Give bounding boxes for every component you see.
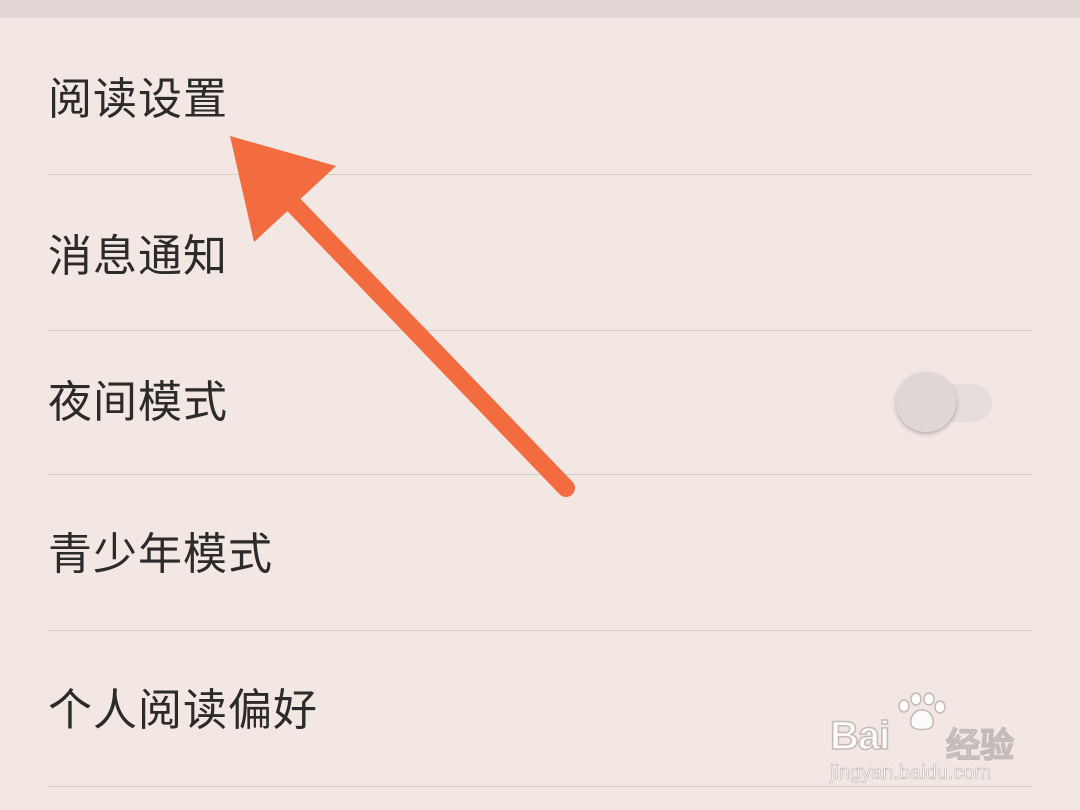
top-bar: [0, 0, 1080, 18]
settings-item-label: 消息通知: [48, 231, 228, 282]
settings-item-label: 个人阅读偏好: [48, 685, 318, 736]
settings-item-label: 阅读设置: [48, 74, 228, 125]
watermark-brand-suffix: 经验: [945, 726, 1014, 765]
settings-item-teen-mode[interactable]: 青少年模式: [0, 475, 1080, 630]
toggle-knob: [896, 372, 956, 432]
paw-icon: [898, 692, 946, 731]
settings-item-label: 夜间模式: [48, 377, 228, 428]
watermark-brand: Bai: [829, 713, 891, 759]
watermark-url: jingyan.baidu.com: [830, 762, 992, 785]
settings-item-notifications[interactable]: 消息通知: [0, 175, 1080, 330]
settings-item-label: 青少年模式: [48, 529, 273, 580]
baidu-watermark: Bai 经验 jingyan.baidu.com: [826, 692, 1026, 788]
settings-item-reading[interactable]: 阅读设置: [0, 18, 1080, 174]
night-mode-toggle[interactable]: [896, 372, 992, 434]
